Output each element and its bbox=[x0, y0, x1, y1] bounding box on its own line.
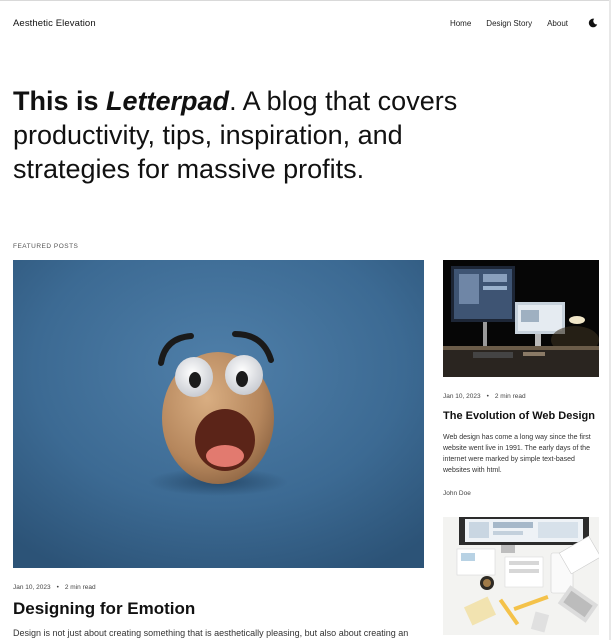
desk-top-view-photo bbox=[443, 517, 599, 635]
moon-icon[interactable] bbox=[588, 18, 598, 28]
nav-item-about[interactable]: About bbox=[547, 19, 568, 28]
side-post-excerpt: Web design has come a long way since the… bbox=[443, 434, 591, 474]
main-post-read-time: 2 min read bbox=[64, 584, 96, 591]
separator-dot: • bbox=[486, 393, 489, 400]
hero-blog-name: Letterpad bbox=[106, 86, 230, 116]
hero-prefix: This is bbox=[13, 86, 107, 116]
featured-main-image[interactable] bbox=[13, 260, 424, 568]
side-post-author: John Doe bbox=[443, 490, 471, 497]
main-post-date: Jan 10, 2023 bbox=[13, 584, 51, 591]
side-post-meta: Jan 10, 2023 • 2 min read bbox=[443, 393, 526, 400]
nav-item-home[interactable]: Home bbox=[450, 19, 471, 28]
hero-heading: This is Letterpad. A blog that covers pr… bbox=[13, 84, 493, 186]
dark-desk-monitors-photo bbox=[443, 260, 599, 377]
site-header: Aesthetic Elevation Home Design Story Ab… bbox=[13, 16, 598, 30]
featured-posts-label: FEATURED POSTS bbox=[13, 243, 79, 250]
main-post-meta: Jan 10, 2023 • 2 min read bbox=[13, 584, 96, 591]
site-title[interactable]: Aesthetic Elevation bbox=[13, 18, 96, 29]
top-border bbox=[0, 0, 611, 1]
surprised-egg-illustration bbox=[13, 260, 424, 568]
side-post-date: Jan 10, 2023 bbox=[443, 393, 481, 400]
side-post-title[interactable]: The Evolution of Web Design bbox=[443, 410, 595, 422]
nav-item-design-story[interactable]: Design Story bbox=[486, 19, 532, 28]
main-nav: Home Design Story About bbox=[450, 18, 598, 28]
second-side-post-image[interactable] bbox=[443, 517, 599, 635]
main-post-excerpt: Design is not just about creating someth… bbox=[13, 628, 409, 638]
separator-dot: • bbox=[56, 584, 59, 591]
side-post-image[interactable] bbox=[443, 260, 599, 377]
side-post-read-time: 2 min read bbox=[494, 393, 526, 400]
main-post-title[interactable]: Designing for Emotion bbox=[13, 599, 195, 619]
